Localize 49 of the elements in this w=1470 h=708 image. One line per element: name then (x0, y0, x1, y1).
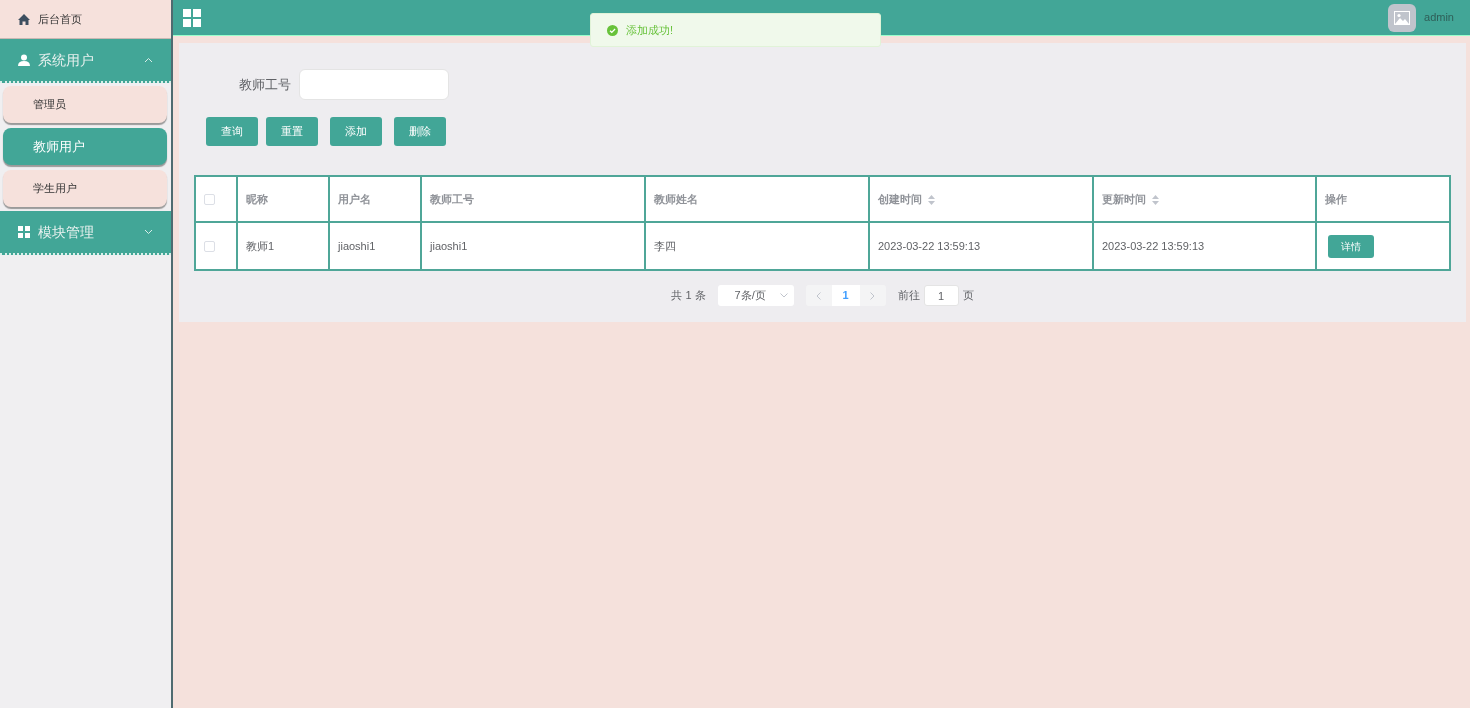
menu-group[interactable]: 模块管理 (0, 211, 171, 255)
user-name: admin (1424, 10, 1454, 26)
chevron-down-icon (144, 229, 153, 235)
action-button[interactable]: 添加 (330, 117, 382, 146)
details-button[interactable]: 详情 (1328, 234, 1374, 258)
select-all-checkbox[interactable] (204, 194, 215, 206)
action-button[interactable]: 重置 (266, 117, 318, 146)
table-cell: 李四 (654, 239, 676, 252)
table-cell: 教师1 (246, 239, 275, 252)
table-cell: jiaoshi1 (430, 239, 468, 252)
search-label: 教师工号 (239, 75, 291, 94)
row-checkbox[interactable] (204, 241, 215, 253)
chevron-left-icon (816, 291, 822, 300)
action-button[interactable]: 查询 (206, 117, 258, 146)
menu-group[interactable]: 系统用户 (0, 39, 171, 83)
home-menu-item[interactable]: 后台首页 (0, 0, 171, 39)
column-header: 教师工号 (430, 192, 474, 205)
column-header: 昵称 (246, 192, 268, 205)
goto-page-field[interactable]: 1 (923, 285, 959, 306)
table-cell: 2023-03-22 13:59:13 (878, 239, 981, 252)
submenu-item[interactable]: 学生用户 (3, 170, 167, 207)
total-count: 共 1 条 (671, 288, 706, 304)
table-cell: jiaoshi1 (338, 239, 376, 252)
submenu-item[interactable]: 教师用户 (3, 128, 167, 165)
action-button[interactable]: 删除 (394, 117, 446, 146)
page-size-select[interactable]: 7条/页 (717, 285, 794, 306)
table-cell: 2023-03-22 13:59:13 (1102, 239, 1205, 252)
sort-icon[interactable] (1152, 194, 1159, 205)
teacher-id-field[interactable] (299, 69, 449, 100)
chevron-up-icon (144, 57, 153, 63)
home-icon (18, 13, 30, 25)
toast-message: 添加成功! (626, 22, 674, 38)
page-number[interactable]: 1 (831, 285, 860, 306)
column-header: 操作 (1325, 192, 1347, 205)
column-header: 用户名 (338, 192, 371, 205)
column-header: 教师姓名 (654, 192, 698, 205)
grid-menu-icon[interactable] (183, 8, 201, 27)
chevron-down-icon (779, 293, 788, 298)
grid-icon (18, 226, 30, 238)
submenu-item[interactable]: 管理员 (3, 86, 167, 123)
chevron-right-icon (870, 291, 876, 300)
sort-icon[interactable] (928, 194, 935, 205)
column-header[interactable]: 创建时间 (878, 192, 922, 205)
column-header[interactable]: 更新时间 (1102, 192, 1146, 205)
user-icon (18, 54, 30, 66)
page-unit-label: 页 (962, 288, 974, 304)
user-avatar[interactable] (1388, 3, 1417, 32)
check-circle-icon (607, 24, 618, 36)
goto-label: 前往 (897, 288, 920, 304)
